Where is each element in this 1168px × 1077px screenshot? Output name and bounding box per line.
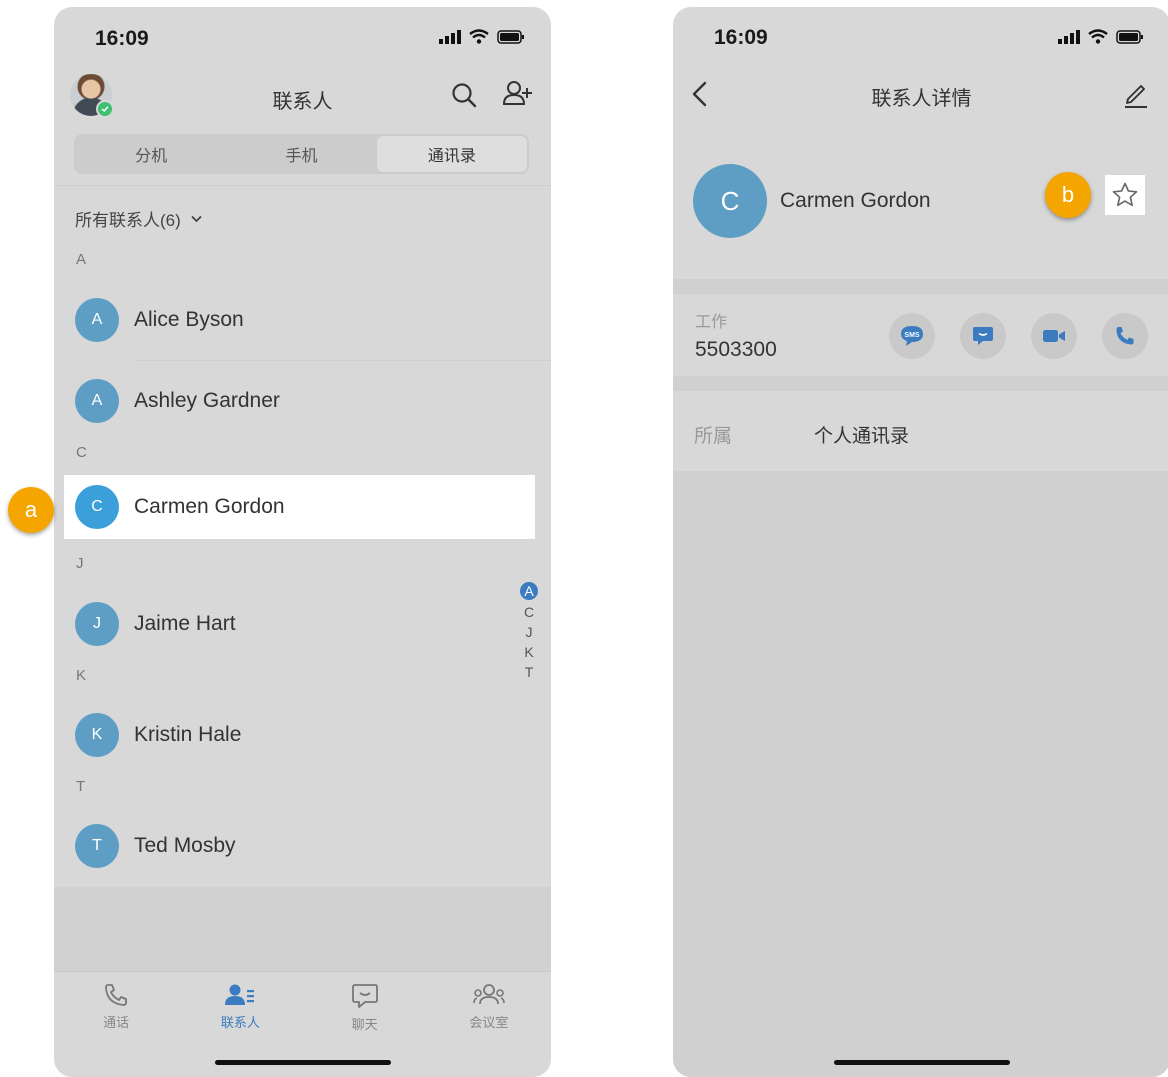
contact-row-ashley-gardner[interactable]: A Ashley Gardner [64,369,535,433]
video-camera-icon [1043,330,1065,342]
status-icons [439,29,525,44]
bottom-tab-bar: 通话 联系人 聊天 会议室 [54,971,551,1042]
divider [54,185,551,186]
signal-icon [439,29,461,44]
wifi-icon [1088,29,1108,44]
status-time: 16:09 [714,26,768,49]
status-bar: 16:09 [54,7,551,67]
contact-header: C Carmen Gordon b [673,127,1168,279]
section-gap [673,279,1168,294]
work-label: 工作 [695,314,728,331]
section-header-k: K [76,667,87,684]
contact-name: Alice Byson [134,308,244,331]
contact-avatar: A [75,298,119,342]
index-letter[interactable]: C [520,602,538,622]
index-letter[interactable]: T [520,662,538,682]
tab-label: 联系人 [220,1015,260,1030]
contact-name: Kristin Hale [134,723,242,746]
segmented-control: 分机 手机 通讯录 [74,134,529,174]
home-indicator[interactable] [833,1060,1010,1065]
meeting-room-icon [473,984,505,1005]
home-indicator[interactable] [214,1060,391,1065]
page-title: 联系人详情 [871,88,972,110]
contacts-filter-dropdown[interactable]: 所有联系人(6) [75,206,202,231]
contacts-list-screen: 16:09 联系人 分机 手机 通讯录 所有联系人(6) A A Alice B… [54,7,551,1077]
signal-icon [1058,29,1080,44]
sms-icon: SMS [901,326,923,346]
wifi-icon [469,29,489,44]
contact-name: Ashley Gardner [134,389,280,412]
callout-badge-a: a [8,487,54,533]
phone-call-icon [1116,327,1134,345]
empty-area [673,471,1168,1077]
contact-row-alice-byson[interactable]: A Alice Byson [64,288,535,352]
tab-label: 聊天 [351,1017,378,1032]
sms-button[interactable]: SMS [889,313,935,359]
index-letter[interactable]: J [520,622,538,642]
contact-name: Carmen Gordon [780,189,931,212]
favorite-star-button[interactable] [1105,175,1145,215]
tab-calls[interactable]: 通话 [54,972,178,1042]
contact-name: Carmen Gordon [134,495,285,518]
contact-row-kristin-hale[interactable]: K Kristin Hale [64,703,535,767]
chevron-down-icon [191,215,202,222]
belongs-to-label: 所属 [694,426,733,447]
section-header-a: A [76,251,87,268]
contact-row-ted-mosby[interactable]: T Ted Mosby [64,814,535,878]
work-number: 5503300 [695,338,777,361]
chat-icon [351,984,378,1008]
status-icons [1058,29,1144,44]
belongs-to-value: 个人通讯录 [814,426,910,447]
tab-chat[interactable]: 聊天 [303,972,427,1042]
work-phone-row: 工作 5503300 SMS [673,294,1168,376]
index-letter[interactable]: A [520,582,538,600]
contact-row-carmen-gordon[interactable]: C Carmen Gordon [64,475,535,539]
contact-avatar: A [75,379,119,423]
section-header-j: J [76,555,84,572]
tab-contacts[interactable]: 联系人 [178,972,302,1042]
edit-pencil-icon[interactable] [1122,79,1150,109]
row-divider [134,360,551,361]
contact-avatar: T [75,824,119,868]
alphabet-index[interactable]: A C J K T [520,582,538,682]
list-empty-area [54,887,551,971]
section-header-t: T [76,778,86,795]
search-icon[interactable] [450,81,478,109]
tab-label: 会议室 [469,1015,509,1030]
callout-badge-b: b [1045,172,1091,218]
section-gap [673,376,1168,391]
star-icon [1112,182,1138,207]
filter-label: 所有联系人(6) [75,211,181,230]
voice-call-button[interactable] [1102,313,1148,359]
battery-icon [1116,29,1143,44]
status-bar: 16:09 [673,7,1168,67]
belongs-to-row: 所属 个人通讯录 [673,391,1168,471]
contact-name: Ted Mosby [134,834,236,857]
contact-row-jaime-hart[interactable]: J Jaime Hart [64,592,535,656]
sms-icon-text: SMS [904,332,920,339]
phone-icon [105,984,128,1006]
add-contact-icon[interactable] [502,79,534,109]
contact-avatar: J [75,602,119,646]
contacts-icon [225,984,255,1005]
video-call-button[interactable] [1031,313,1077,359]
segment-mobile[interactable]: 手机 [226,136,376,172]
contact-detail-screen: 16:09 联系人详情 C Carmen Gordon b 工作 5503300… [673,7,1168,1077]
tab-meeting-room[interactable]: 会议室 [427,972,551,1042]
contact-name: Jaime Hart [134,612,236,635]
segment-address-book[interactable]: 通讯录 [376,136,527,172]
status-time: 16:09 [95,27,149,50]
chat-message-icon [973,327,993,345]
index-letter[interactable]: K [520,642,538,662]
segment-extension[interactable]: 分机 [76,136,226,172]
contact-avatar: C [75,485,119,529]
contact-avatar: K [75,713,119,757]
contact-avatar-large: C [693,164,767,238]
battery-icon [497,29,524,44]
tab-label: 通话 [103,1015,130,1030]
section-header-c: C [76,444,87,461]
chat-button[interactable] [960,313,1006,359]
